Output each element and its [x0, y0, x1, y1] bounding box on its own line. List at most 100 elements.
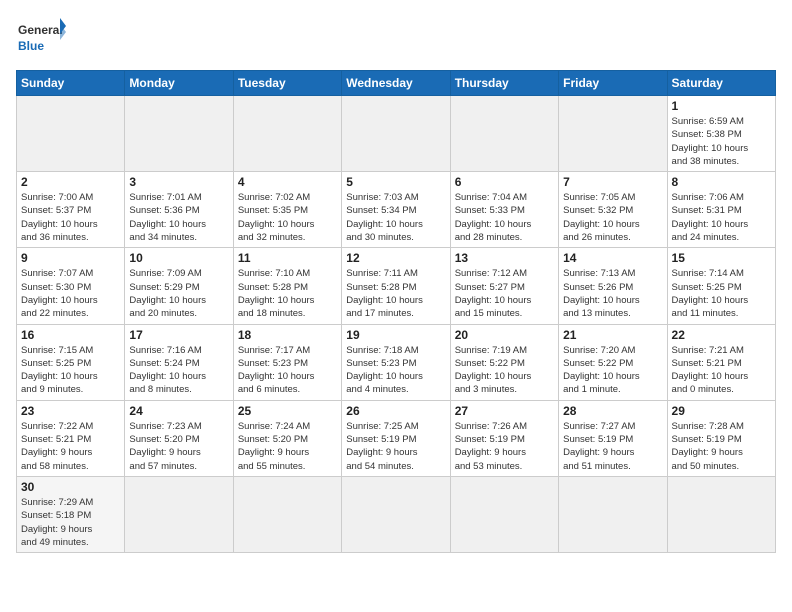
day-info: Sunrise: 7:14 AM Sunset: 5:25 PM Dayligh… — [672, 267, 771, 320]
day-number: 27 — [455, 404, 554, 418]
calendar-cell: 13 Sunrise: 7:12 AM Sunset: 5:27 PM Dayli… — [450, 248, 558, 324]
calendar-cell — [17, 96, 125, 172]
day-number: 28 — [563, 404, 662, 418]
day-info: Sunrise: 7:13 AM Sunset: 5:26 PM Dayligh… — [563, 267, 662, 320]
calendar-cell — [342, 476, 450, 552]
day-info: Sunrise: 7:00 AM Sunset: 5:37 PM Dayligh… — [21, 191, 120, 244]
calendar-cell: 5 Sunrise: 7:03 AM Sunset: 5:34 PM Daylig… — [342, 172, 450, 248]
day-info: Sunrise: 7:22 AM Sunset: 5:21 PM Dayligh… — [21, 420, 120, 473]
day-number: 9 — [21, 251, 120, 265]
calendar-table: SundayMondayTuesdayWednesdayThursdayFrid… — [16, 70, 776, 553]
calendar-cell: 4 Sunrise: 7:02 AM Sunset: 5:35 PM Daylig… — [233, 172, 341, 248]
calendar-cell: 2 Sunrise: 7:00 AM Sunset: 5:37 PM Daylig… — [17, 172, 125, 248]
calendar-cell: 24 Sunrise: 7:23 AM Sunset: 5:20 PM Dayli… — [125, 400, 233, 476]
day-number: 6 — [455, 175, 554, 189]
calendar-cell: 18 Sunrise: 7:17 AM Sunset: 5:23 PM Dayli… — [233, 324, 341, 400]
logo-icon: General Blue — [16, 16, 66, 60]
day-number: 24 — [129, 404, 228, 418]
day-number: 23 — [21, 404, 120, 418]
day-info: Sunrise: 7:12 AM Sunset: 5:27 PM Dayligh… — [455, 267, 554, 320]
calendar-cell — [125, 476, 233, 552]
day-number: 5 — [346, 175, 445, 189]
calendar-cell — [450, 476, 558, 552]
day-number: 14 — [563, 251, 662, 265]
day-number: 17 — [129, 328, 228, 342]
day-number: 25 — [238, 404, 337, 418]
day-info: Sunrise: 7:28 AM Sunset: 5:19 PM Dayligh… — [672, 420, 771, 473]
day-info: Sunrise: 7:19 AM Sunset: 5:22 PM Dayligh… — [455, 344, 554, 397]
day-info: Sunrise: 7:15 AM Sunset: 5:25 PM Dayligh… — [21, 344, 120, 397]
calendar-cell — [342, 96, 450, 172]
calendar-header-tuesday: Tuesday — [233, 71, 341, 96]
day-number: 22 — [672, 328, 771, 342]
day-info: Sunrise: 7:10 AM Sunset: 5:28 PM Dayligh… — [238, 267, 337, 320]
calendar-cell — [559, 96, 667, 172]
day-number: 7 — [563, 175, 662, 189]
day-info: Sunrise: 7:04 AM Sunset: 5:33 PM Dayligh… — [455, 191, 554, 244]
calendar-cell: 10 Sunrise: 7:09 AM Sunset: 5:29 PM Dayli… — [125, 248, 233, 324]
day-number: 11 — [238, 251, 337, 265]
day-info: Sunrise: 7:17 AM Sunset: 5:23 PM Dayligh… — [238, 344, 337, 397]
calendar-cell: 9 Sunrise: 7:07 AM Sunset: 5:30 PM Daylig… — [17, 248, 125, 324]
calendar-cell: 25 Sunrise: 7:24 AM Sunset: 5:20 PM Dayli… — [233, 400, 341, 476]
calendar-cell: 21 Sunrise: 7:20 AM Sunset: 5:22 PM Dayli… — [559, 324, 667, 400]
calendar-header-row: SundayMondayTuesdayWednesdayThursdayFrid… — [17, 71, 776, 96]
calendar-cell: 19 Sunrise: 7:18 AM Sunset: 5:23 PM Dayli… — [342, 324, 450, 400]
day-number: 19 — [346, 328, 445, 342]
calendar-cell — [125, 96, 233, 172]
day-number: 20 — [455, 328, 554, 342]
calendar-cell: 1 Sunrise: 6:59 AM Sunset: 5:38 PM Daylig… — [667, 96, 775, 172]
calendar-cell: 12Sunrise: 7:11 AM Sunset: 5:28 PM Dayli… — [342, 248, 450, 324]
day-info: Sunrise: 7:03 AM Sunset: 5:34 PM Dayligh… — [346, 191, 445, 244]
day-number: 2 — [21, 175, 120, 189]
calendar-cell: 14 Sunrise: 7:13 AM Sunset: 5:26 PM Dayli… — [559, 248, 667, 324]
day-info: Sunrise: 7:26 AM Sunset: 5:19 PM Dayligh… — [455, 420, 554, 473]
calendar-cell: 28 Sunrise: 7:27 AM Sunset: 5:19 PM Dayli… — [559, 400, 667, 476]
calendar-cell: 11 Sunrise: 7:10 AM Sunset: 5:28 PM Dayli… — [233, 248, 341, 324]
calendar-cell — [559, 476, 667, 552]
calendar-cell: 8 Sunrise: 7:06 AM Sunset: 5:31 PM Daylig… — [667, 172, 775, 248]
day-number: 15 — [672, 251, 771, 265]
calendar-cell: 3 Sunrise: 7:01 AM Sunset: 5:36 PM Daylig… — [125, 172, 233, 248]
day-info: Sunrise: 7:20 AM Sunset: 5:22 PM Dayligh… — [563, 344, 662, 397]
calendar-cell: 29 Sunrise: 7:28 AM Sunset: 5:19 PM Dayli… — [667, 400, 775, 476]
day-number: 4 — [238, 175, 337, 189]
day-info: Sunrise: 7:18 AM Sunset: 5:23 PM Dayligh… — [346, 344, 445, 397]
calendar-header-saturday: Saturday — [667, 71, 775, 96]
day-number: 10 — [129, 251, 228, 265]
day-info: Sunrise: 7:06 AM Sunset: 5:31 PM Dayligh… — [672, 191, 771, 244]
calendar-header-thursday: Thursday — [450, 71, 558, 96]
day-number: 1 — [672, 99, 771, 113]
calendar-cell — [450, 96, 558, 172]
day-info: Sunrise: 7:27 AM Sunset: 5:19 PM Dayligh… — [563, 420, 662, 473]
day-number: 18 — [238, 328, 337, 342]
calendar-header-wednesday: Wednesday — [342, 71, 450, 96]
calendar-cell: 15 Sunrise: 7:14 AM Sunset: 5:25 PM Dayli… — [667, 248, 775, 324]
day-info: Sunrise: 7:16 AM Sunset: 5:24 PM Dayligh… — [129, 344, 228, 397]
day-number: 29 — [672, 404, 771, 418]
day-number: 30 — [21, 480, 120, 494]
day-number: 21 — [563, 328, 662, 342]
day-number: 26 — [346, 404, 445, 418]
day-info: Sunrise: 7:23 AM Sunset: 5:20 PM Dayligh… — [129, 420, 228, 473]
calendar-header-monday: Monday — [125, 71, 233, 96]
day-info: Sunrise: 7:09 AM Sunset: 5:29 PM Dayligh… — [129, 267, 228, 320]
day-number: 8 — [672, 175, 771, 189]
calendar-cell: 20 Sunrise: 7:19 AM Sunset: 5:22 PM Dayli… — [450, 324, 558, 400]
calendar-cell — [667, 476, 775, 552]
day-number: 12 — [346, 251, 445, 265]
calendar-cell: 26Sunrise: 7:25 AM Sunset: 5:19 PM Dayli… — [342, 400, 450, 476]
calendar-cell: 16Sunrise: 7:15 AM Sunset: 5:25 PM Dayli… — [17, 324, 125, 400]
calendar-cell: 30Sunrise: 7:29 AM Sunset: 5:18 PM Dayli… — [17, 476, 125, 552]
day-info: Sunrise: 7:21 AM Sunset: 5:21 PM Dayligh… — [672, 344, 771, 397]
calendar-cell — [233, 476, 341, 552]
day-info: Sunrise: 7:24 AM Sunset: 5:20 PM Dayligh… — [238, 420, 337, 473]
day-info: Sunrise: 7:01 AM Sunset: 5:36 PM Dayligh… — [129, 191, 228, 244]
day-number: 3 — [129, 175, 228, 189]
day-info: Sunrise: 6:59 AM Sunset: 5:38 PM Dayligh… — [672, 115, 771, 168]
calendar-cell: 22 Sunrise: 7:21 AM Sunset: 5:21 PM Dayli… — [667, 324, 775, 400]
day-number: 13 — [455, 251, 554, 265]
day-info: Sunrise: 7:07 AM Sunset: 5:30 PM Dayligh… — [21, 267, 120, 320]
day-info: Sunrise: 7:02 AM Sunset: 5:35 PM Dayligh… — [238, 191, 337, 244]
day-info: Sunrise: 7:05 AM Sunset: 5:32 PM Dayligh… — [563, 191, 662, 244]
